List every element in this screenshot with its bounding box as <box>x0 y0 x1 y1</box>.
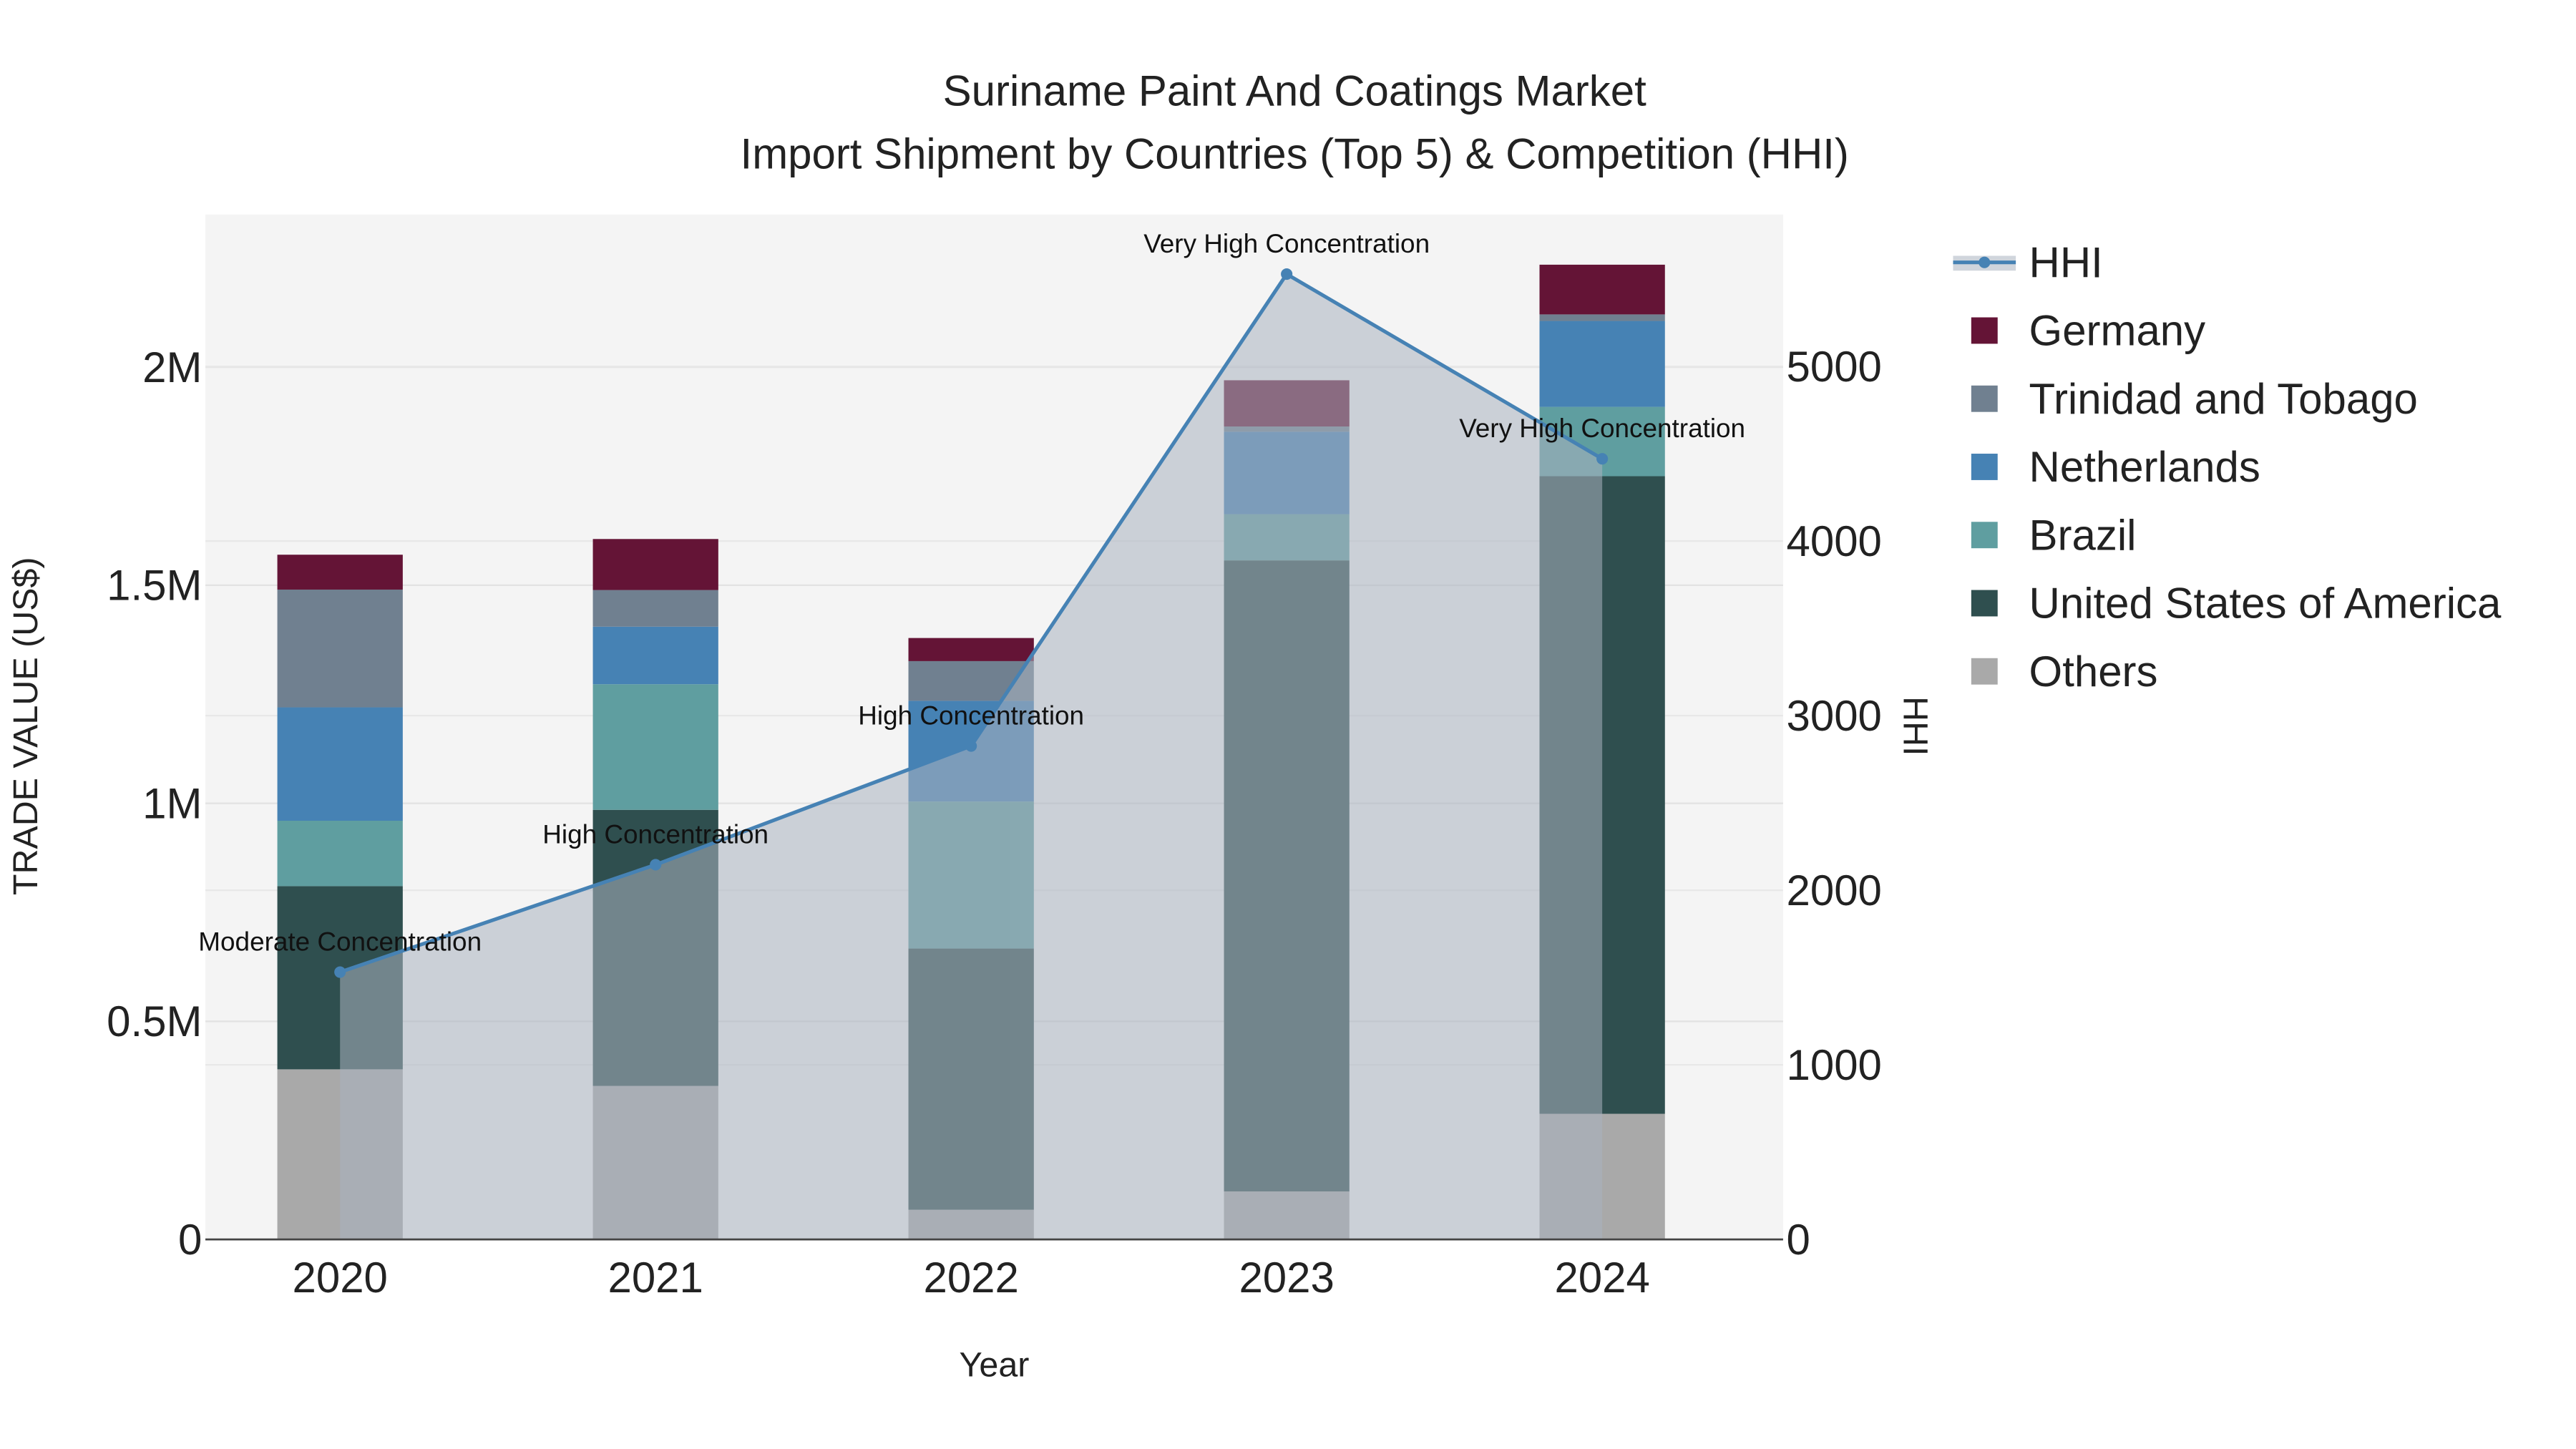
y2-tick-label: 2000 <box>1787 867 1882 914</box>
chart-title: Suriname Paint And Coatings Market <box>943 67 1646 115</box>
legend-label: Trinidad and Tobago <box>2029 375 2418 423</box>
hhi-annotation: Very High Concentration <box>1143 229 1430 258</box>
bar-trinidad-and-tobago-2020 <box>277 589 403 708</box>
y2-tick-label: 3000 <box>1787 692 1882 740</box>
legend-swatch-brazil <box>1971 522 1998 549</box>
y-axis-title: TRADE VALUE (US$) <box>6 557 45 895</box>
legend-label: Brazil <box>2029 511 2137 559</box>
legend-label: Netherlands <box>2029 443 2260 491</box>
legend-swatch-trinidad-and-tobago <box>1971 385 1998 412</box>
x-tick-label: 2020 <box>293 1254 388 1302</box>
chart: Moderate Concentration High Concentration… <box>6 67 2502 1385</box>
y-tick-label: 2M <box>142 343 202 391</box>
hhi-annotation: Moderate Concentration <box>198 927 482 957</box>
y2-axis-title: HHI <box>1896 696 1934 756</box>
hhi-point-2023 <box>1281 268 1293 280</box>
y2-tick-label: 5000 <box>1787 343 1882 391</box>
y-tick-label: 0.5M <box>107 997 202 1045</box>
legend: HHI Germany Trinidad and Tobago Netherlands… <box>1953 238 2502 696</box>
bar-netherlands-2024 <box>1539 321 1665 407</box>
legend-swatch-united-states-of-america <box>1971 590 1998 617</box>
hhi-point-2022 <box>965 740 977 752</box>
y-tick-label: 0 <box>178 1216 202 1264</box>
hhi-point-2021 <box>650 859 662 871</box>
hhi-point-2020 <box>334 966 346 978</box>
y2-tick-label: 1000 <box>1787 1041 1882 1089</box>
legend-marker-hhi <box>1979 256 1991 268</box>
bar-netherlands-2021 <box>592 626 718 685</box>
bar-germany-2022 <box>908 638 1034 661</box>
legend-swatch-netherlands <box>1971 454 1998 480</box>
bar-germany-2020 <box>277 555 403 590</box>
x-axis-title: Year <box>960 1346 1030 1385</box>
bar-trinidad-and-tobago-2021 <box>592 590 718 627</box>
legend-swatch-germany <box>1971 317 1998 344</box>
x-tick-label: 2024 <box>1554 1254 1649 1302</box>
chart-container: Moderate Concentration High Concentration… <box>0 0 2576 1449</box>
y2-tick-label: 4000 <box>1787 517 1882 565</box>
legend-label: United States of America <box>2029 580 2502 628</box>
hhi-annotation: Very High Concentration <box>1459 414 1745 443</box>
hhi-annotation: High Concentration <box>542 819 769 849</box>
bar-brazil-2021 <box>592 684 718 810</box>
legend-swatch-others <box>1971 658 1998 685</box>
y2-tick-label: 0 <box>1787 1216 1810 1264</box>
legend-label: Germany <box>2029 307 2206 355</box>
legend-label: Others <box>2029 648 2158 696</box>
x-tick-label: 2022 <box>923 1254 1018 1302</box>
x-tick-label: 2023 <box>1239 1254 1334 1302</box>
hhi-point-2024 <box>1596 453 1609 465</box>
y-tick-label: 1M <box>142 779 202 827</box>
bar-germany-2021 <box>592 539 718 590</box>
bar-trinidad-and-tobago-2024 <box>1539 314 1665 321</box>
y-tick-label: 1.5M <box>107 562 202 610</box>
hhi-annotation: High Concentration <box>858 701 1084 731</box>
bar-netherlands-2020 <box>277 707 403 821</box>
legend-label: HHI <box>2029 238 2103 286</box>
x-tick-label: 2021 <box>608 1254 703 1302</box>
bar-germany-2024 <box>1539 264 1665 315</box>
chart-subtitle: Import Shipment by Countries (Top 5) & C… <box>741 130 1849 177</box>
bar-brazil-2020 <box>277 820 403 887</box>
